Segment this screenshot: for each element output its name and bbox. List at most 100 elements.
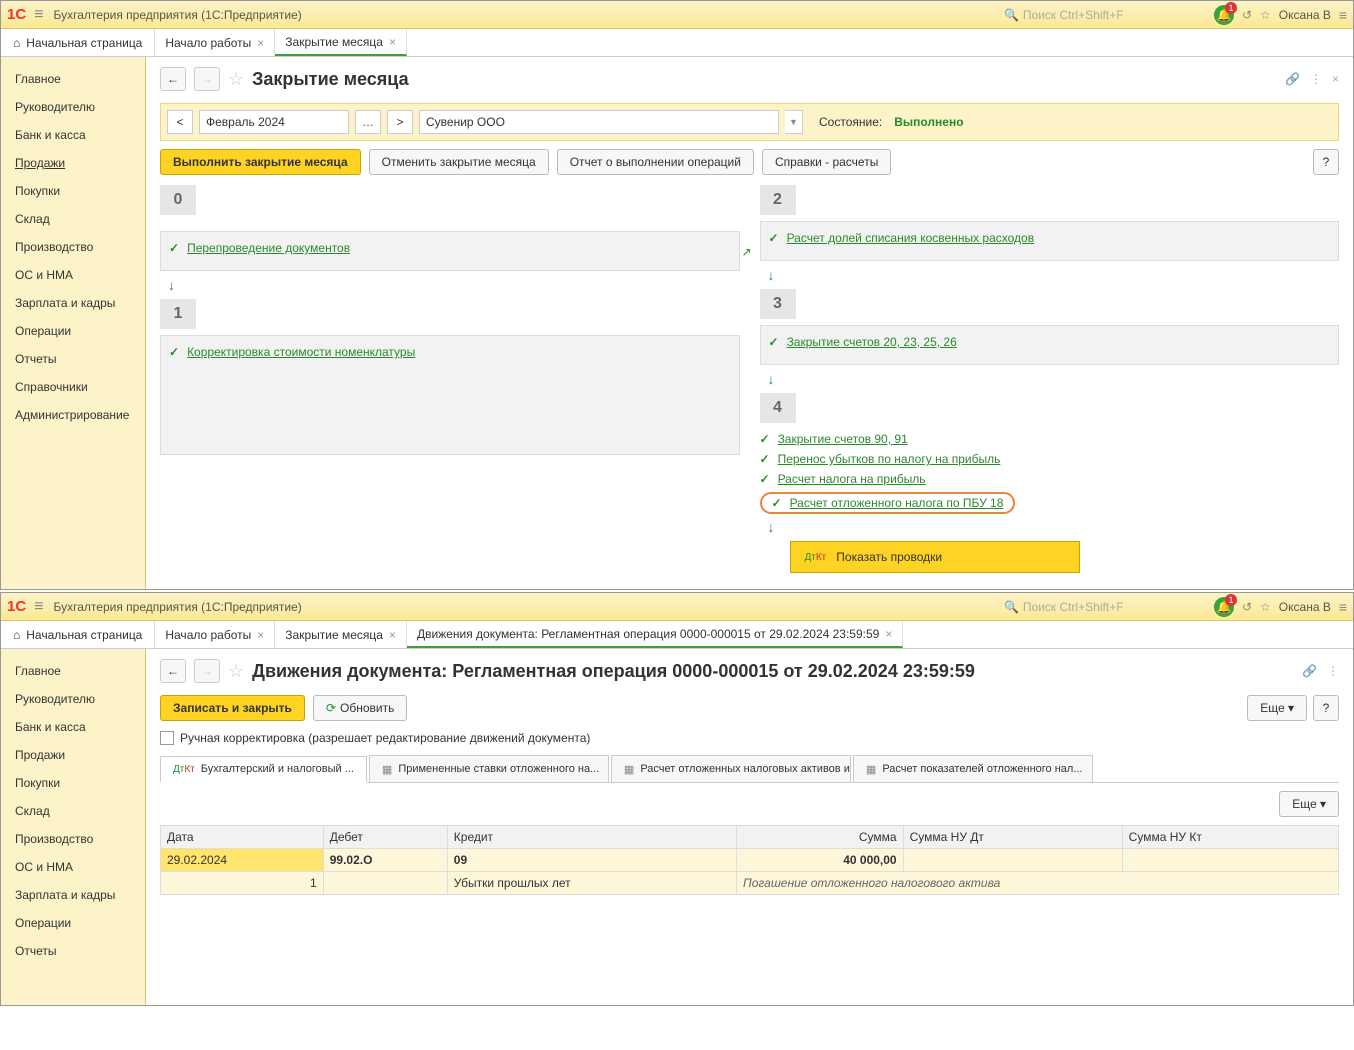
refresh-button[interactable]: ⟳ Обновить	[313, 695, 407, 721]
period-select-button[interactable]: …	[355, 110, 381, 134]
col-credit[interactable]: Кредит	[447, 826, 736, 849]
run-close-month-button[interactable]: Выполнить закрытие месяца	[160, 149, 361, 175]
operation-link[interactable]: Расчет долей списания косвенных расходов	[787, 231, 1035, 245]
col-date[interactable]: Дата	[161, 826, 324, 849]
close-icon[interactable]: ×	[257, 628, 264, 642]
table-row[interactable]: 29.02.2024 99.02.О 09 40 000,00	[161, 849, 1339, 872]
sidebar-item-bank[interactable]: Банк и касса	[1, 121, 145, 149]
history-icon[interactable]: ↺	[1242, 600, 1252, 614]
col-sum-nu-dt[interactable]: Сумма НУ Дт	[903, 826, 1122, 849]
table-row[interactable]: 1 Убытки прошлых лет Погашение отложенно…	[161, 872, 1339, 895]
link-icon[interactable]: 🔗	[1285, 72, 1300, 86]
kebab-icon[interactable]: ⋮	[1310, 72, 1322, 86]
subtab-deferred-assets[interactable]: ▦ Расчет отложенных налоговых активов и …	[611, 755, 851, 782]
operation-link[interactable]: Расчет отложенного налога по ПБУ 18	[790, 496, 1004, 510]
operation-link[interactable]: Расчет налога на прибыль	[778, 472, 926, 486]
sidebar-item-reports[interactable]: Отчеты	[1, 937, 145, 965]
sidebar-item-sales[interactable]: Продажи	[1, 741, 145, 769]
cancel-close-month-button[interactable]: Отменить закрытие месяца	[369, 149, 549, 175]
sidebar-item-catalogs[interactable]: Справочники	[1, 373, 145, 401]
sidebar-item-production[interactable]: Производство	[1, 825, 145, 853]
tab-start[interactable]: Начало работы ×	[155, 29, 275, 56]
operation-link[interactable]: Корректировка стоимости номенклатуры	[187, 345, 415, 359]
search-input[interactable]: 🔍 Поиск Ctrl+Shift+F	[1004, 600, 1204, 614]
subtab-rates[interactable]: ▦ Примененные ставки отложенного на...	[369, 755, 609, 782]
sidebar-item-assets[interactable]: ОС и НМА	[1, 261, 145, 289]
operation-link[interactable]: Закрытие счетов 20, 23, 25, 26	[787, 335, 957, 349]
chevron-down-icon[interactable]: ▼	[785, 110, 803, 134]
favorite-star-icon[interactable]: ☆	[228, 661, 244, 682]
notification-bell-icon[interactable]: 🔔	[1214, 597, 1234, 617]
sidebar-item-manager[interactable]: Руководителю	[1, 685, 145, 713]
col-sum[interactable]: Сумма	[737, 826, 904, 849]
star-icon[interactable]: ☆	[1260, 600, 1271, 614]
panel-toggle-icon[interactable]: ≡	[1339, 7, 1347, 23]
operations-report-button[interactable]: Отчет о выполнении операций	[557, 149, 754, 175]
tab-home[interactable]: ⌂ Начальная страница	[1, 621, 155, 648]
tab-start[interactable]: Начало работы ×	[155, 621, 275, 648]
sidebar-item-main[interactable]: Главное	[1, 657, 145, 685]
favorite-star-icon[interactable]: ☆	[228, 69, 244, 90]
sidebar-item-production[interactable]: Производство	[1, 233, 145, 261]
subtab-accounting[interactable]: ДтКт Бухгалтерский и налоговый ...	[160, 756, 367, 783]
close-icon[interactable]: ×	[389, 35, 396, 49]
history-icon[interactable]: ↺	[1242, 8, 1252, 22]
col-debit[interactable]: Дебет	[323, 826, 447, 849]
close-icon[interactable]: ×	[1332, 72, 1339, 86]
sidebar-item-reports[interactable]: Отчеты	[1, 345, 145, 373]
sidebar-item-admin[interactable]: Администрирование	[1, 401, 145, 429]
help-button[interactable]: ?	[1313, 149, 1339, 175]
close-icon[interactable]: ×	[389, 628, 396, 642]
nav-forward-button[interactable]: →	[194, 67, 220, 91]
user-name[interactable]: Оксана В	[1279, 600, 1331, 614]
save-and-close-button[interactable]: Записать и закрыть	[160, 695, 305, 721]
sidebar-item-hr[interactable]: Зарплата и кадры	[1, 881, 145, 909]
sidebar-item-warehouse[interactable]: Склад	[1, 205, 145, 233]
nav-forward-button[interactable]: →	[194, 659, 220, 683]
close-icon[interactable]: ×	[257, 36, 264, 50]
star-icon[interactable]: ☆	[1260, 8, 1271, 22]
sidebar-item-main[interactable]: Главное	[1, 65, 145, 93]
subtab-deferred-calc[interactable]: ▦ Расчет показателей отложенного нал...	[853, 755, 1093, 782]
sidebar-item-sales[interactable]: Продажи	[1, 149, 145, 177]
sidebar-item-purchases[interactable]: Покупки	[1, 769, 145, 797]
close-icon[interactable]: ×	[885, 627, 892, 641]
nav-back-button[interactable]: ←	[160, 67, 186, 91]
operation-link[interactable]: Перепроведение документов	[187, 241, 350, 255]
tab-month-close[interactable]: Закрытие месяца ×	[275, 29, 407, 56]
sidebar-item-manager[interactable]: Руководителю	[1, 93, 145, 121]
period-input[interactable]: Февраль 2024	[199, 110, 349, 134]
notification-bell-icon[interactable]: 🔔	[1214, 5, 1234, 25]
sidebar-item-operations[interactable]: Операции	[1, 909, 145, 937]
kebab-icon[interactable]: ⋮	[1327, 664, 1339, 678]
next-period-button[interactable]: >	[387, 110, 413, 134]
manual-edit-checkbox[interactable]	[160, 731, 174, 745]
menu-icon[interactable]: ≡	[34, 6, 43, 24]
prev-period-button[interactable]: <	[167, 110, 193, 134]
operation-link[interactable]: Закрытие счетов 90, 91	[778, 432, 908, 446]
more-button[interactable]: Еще ▾	[1279, 791, 1339, 817]
sidebar-item-assets[interactable]: ОС и НМА	[1, 853, 145, 881]
tab-home[interactable]: ⌂ Начальная страница	[1, 29, 155, 56]
user-name[interactable]: Оксана В	[1279, 8, 1331, 22]
sidebar-item-purchases[interactable]: Покупки	[1, 177, 145, 205]
help-button[interactable]: ?	[1313, 695, 1339, 721]
col-sum-nu-kt[interactable]: Сумма НУ Кт	[1122, 826, 1338, 849]
highlighted-operation[interactable]: ✓ Расчет отложенного налога по ПБУ 18	[760, 492, 1016, 514]
references-button[interactable]: Справки - расчеты	[762, 149, 891, 175]
more-button[interactable]: Еще ▾	[1247, 695, 1307, 721]
search-input[interactable]: 🔍 Поиск Ctrl+Shift+F	[1004, 8, 1204, 22]
panel-toggle-icon[interactable]: ≡	[1339, 599, 1347, 615]
sidebar-item-hr[interactable]: Зарплата и кадры	[1, 289, 145, 317]
sidebar-item-warehouse[interactable]: Склад	[1, 797, 145, 825]
sidebar-item-bank[interactable]: Банк и касса	[1, 713, 145, 741]
tab-document-movements[interactable]: Движения документа: Регламентная операци…	[407, 621, 903, 648]
operation-link[interactable]: Перенос убытков по налогу на прибыль	[778, 452, 1001, 466]
link-icon[interactable]: 🔗	[1302, 664, 1317, 678]
context-menu-show-entries[interactable]: ДтКт Показать проводки	[790, 541, 1080, 573]
menu-icon[interactable]: ≡	[34, 598, 43, 616]
organization-select[interactable]: Сувенир ООО	[419, 110, 779, 134]
tab-month-close[interactable]: Закрытие месяца ×	[275, 621, 407, 648]
sidebar-item-operations[interactable]: Операции	[1, 317, 145, 345]
nav-back-button[interactable]: ←	[160, 659, 186, 683]
